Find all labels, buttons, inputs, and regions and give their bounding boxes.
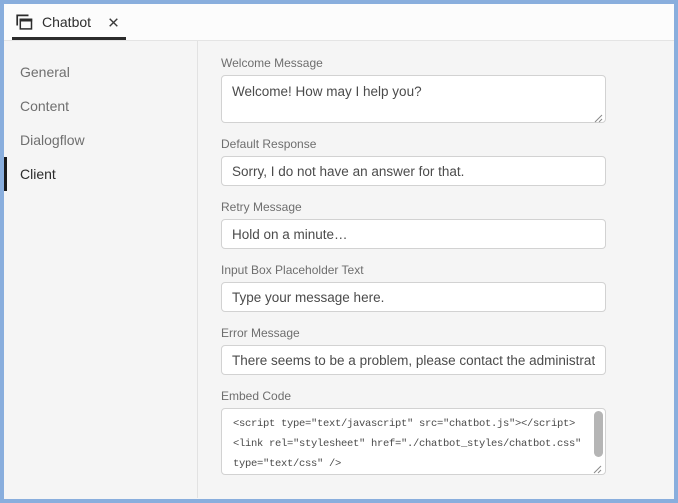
active-tab-indicator (12, 37, 126, 40)
default-response-label: Default Response (221, 137, 606, 151)
sidebar-item-client[interactable]: Client (4, 157, 197, 191)
retry-message-label: Retry Message (221, 200, 606, 214)
sidebar-item-content[interactable]: Content (4, 89, 197, 123)
default-response-group: Default Response (221, 137, 606, 186)
error-message-label: Error Message (221, 326, 606, 340)
embed-code-line: <script type="text/javascript" src="chat… (233, 414, 594, 434)
embed-code-line: type="text/css" /> (233, 454, 594, 474)
default-response-input[interactable] (221, 156, 606, 186)
sidebar-item-dialogflow[interactable]: Dialogflow (4, 123, 197, 157)
input-placeholder-group: Input Box Placeholder Text (221, 263, 606, 312)
embed-code-line: <link rel="stylesheet" href="./chatbot_s… (233, 434, 594, 454)
chatbot-config-window: Chatbot General Content Dialogflow Clien… (0, 0, 678, 503)
welcome-message-textarea[interactable]: Welcome! How may I help you? (221, 75, 606, 123)
window-icon (16, 14, 33, 31)
welcome-message-group: Welcome Message Welcome! How may I help … (221, 56, 606, 123)
input-placeholder-label: Input Box Placeholder Text (221, 263, 606, 277)
client-settings-panel: Welcome Message Welcome! How may I help … (198, 41, 674, 498)
tab-label: Chatbot (42, 14, 91, 30)
sidebar-item-general[interactable]: General (4, 55, 197, 89)
welcome-message-label: Welcome Message (221, 56, 606, 70)
textarea-resize-handle[interactable] (592, 461, 602, 471)
embed-code-textarea[interactable]: <script type="text/javascript" src="chat… (221, 408, 606, 475)
tab-bar: Chatbot (4, 4, 674, 41)
error-message-input[interactable] (221, 345, 606, 375)
embed-code-label: Embed Code (221, 389, 606, 403)
tab-chatbot[interactable]: Chatbot (12, 4, 126, 40)
embed-code-scrollbar-thumb[interactable] (594, 411, 603, 457)
retry-message-input[interactable] (221, 219, 606, 249)
error-message-group: Error Message (221, 326, 606, 375)
app-body: General Content Dialogflow Client Welcom… (4, 41, 674, 498)
retry-message-group: Retry Message (221, 200, 606, 249)
textarea-resize-handle[interactable] (593, 110, 603, 120)
embed-code-group: Embed Code <script type="text/javascript… (221, 389, 606, 475)
tab-close-icon[interactable] (106, 15, 120, 29)
input-placeholder-input[interactable] (221, 282, 606, 312)
sidebar: General Content Dialogflow Client (4, 41, 198, 498)
